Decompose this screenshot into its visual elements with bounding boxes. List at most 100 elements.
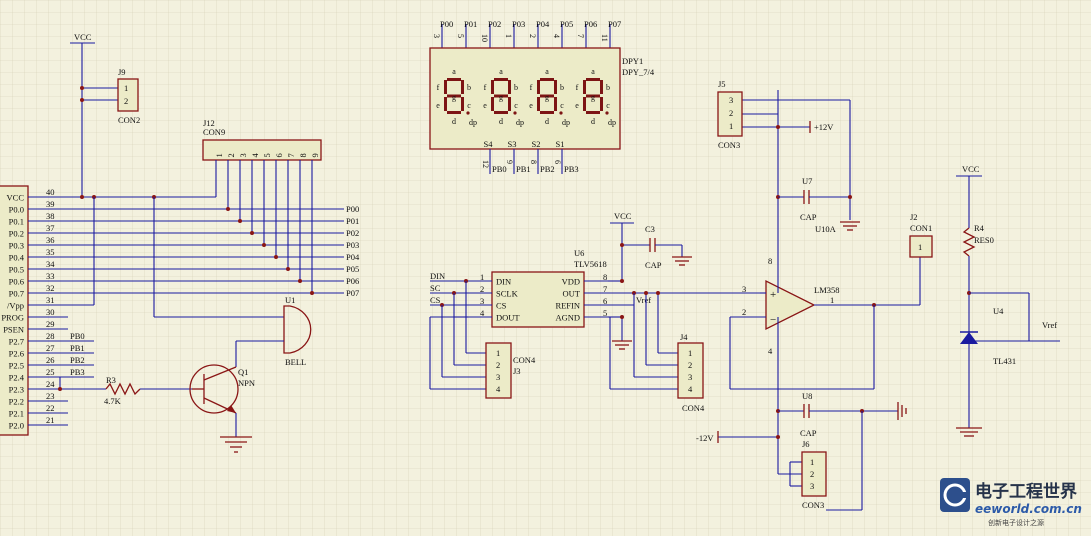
mcu-pin-number: 30	[46, 307, 55, 317]
u6-right-pin-name: VDD	[562, 277, 580, 287]
j4-pin: 2	[688, 360, 692, 370]
dpy-seg-c: c	[606, 101, 610, 110]
u7-type: CAP	[800, 212, 817, 222]
j2-type: CON1	[910, 223, 932, 233]
mcu-pin-number: 28	[46, 331, 55, 341]
dpy-top-pin: 11	[600, 34, 609, 42]
j9-ref: J9	[118, 67, 126, 77]
u6-right-pin-name: OUT	[563, 289, 581, 299]
u6-left-pin-num: 1	[480, 272, 484, 282]
mcu-pin-name: P2.5	[9, 361, 24, 371]
j4-pin: 1	[688, 348, 692, 358]
mcu-netlabel: P04	[346, 252, 360, 262]
dpy-seg-f: f	[576, 83, 579, 92]
j4-type: CON4	[682, 403, 705, 413]
mcu-pin-number: 40	[46, 187, 55, 197]
opamp-minus: −	[770, 314, 776, 326]
j12-type: CON9	[203, 127, 225, 137]
mcu-pin-name: PSEN	[3, 325, 24, 335]
mcu-pin-number: 34	[46, 259, 55, 269]
mcu-pin-name: P2.0	[9, 421, 24, 431]
mcu-netlabel: P07	[346, 288, 359, 298]
u6-right-pin-name: REFIN	[555, 301, 580, 311]
j6-pin: 2	[810, 469, 814, 479]
dpy-select-label: S4	[484, 139, 494, 149]
dpy-seg-b: b	[560, 83, 564, 92]
opamp-plus: +	[770, 289, 776, 301]
mcu-pin-name: /Vpp	[7, 301, 24, 311]
dpy-seg-b: b	[467, 83, 471, 92]
q1-type: NPN	[238, 378, 255, 388]
mcu-pin-name: P2.2	[9, 397, 24, 407]
dpy-top-pin: 10	[480, 34, 489, 42]
j12-pin: 1	[214, 153, 224, 157]
dpy-top-net: P00	[440, 19, 453, 29]
u1-ref: U1	[285, 295, 295, 305]
u6-right-pin-num: 6	[603, 296, 607, 306]
u6-vref-label: Vref	[636, 295, 651, 305]
neg12-label: -12V	[696, 433, 714, 443]
dpy-seg-d: d	[545, 117, 549, 126]
u6-right-pin-name: AGND	[555, 313, 580, 323]
dpy-seg-c: c	[467, 101, 471, 110]
mcu-pin-number: 38	[46, 211, 55, 221]
mcu-pin-name: P2.1	[9, 409, 24, 419]
opamp-pin8: 8	[768, 256, 772, 266]
mcu-pin-name: P0.4	[9, 253, 25, 263]
u6-type: TLV5618	[574, 259, 607, 269]
dpy-seg-c: c	[514, 101, 518, 110]
dpy-select-label: S2	[532, 139, 541, 149]
dpy-type: DPY_7/4	[622, 67, 655, 77]
dpy-top-pin: 5	[456, 34, 465, 38]
j5-pin: 3	[729, 95, 733, 105]
dpy-seg-a: a	[499, 67, 503, 76]
mcu-pin-name: P0.5	[9, 265, 24, 275]
mcu-pin-name: P0.7	[9, 289, 24, 299]
j3-type: CON4	[513, 355, 536, 365]
u6-right-pin-num: 5	[603, 308, 607, 318]
u1-type: BELL	[285, 357, 306, 367]
mcu-pin-number: 32	[46, 283, 55, 293]
mcu-netlabel: P05	[346, 264, 359, 274]
j5-pin: 1	[729, 121, 733, 131]
dpy-seg-a: a	[452, 67, 456, 76]
u6-left-pin-name: CS	[496, 301, 507, 311]
dpy-bottom-pin: 6	[553, 160, 562, 164]
dpy-seg-g: g	[591, 93, 595, 102]
mcu-pin-name: P0.3	[9, 241, 24, 251]
j4-pin: 3	[688, 372, 692, 382]
dpy-select-label: S3	[508, 139, 517, 149]
mcu-netlabel: P02	[346, 228, 359, 238]
u6-left-pin-name: DIN	[496, 277, 511, 287]
mcu-netlabel: P03	[346, 240, 359, 250]
j9-pin-1: 1	[124, 83, 128, 93]
u6-input-label: SC	[430, 283, 441, 293]
r4-type: RES0	[974, 235, 994, 245]
watermark-en: eeworld.com.cn	[975, 502, 1082, 516]
dpy-seg-c: c	[560, 101, 564, 110]
dpy-top-net: P07	[608, 19, 621, 29]
dpy-top-pin: 2	[528, 34, 537, 38]
dpy-top-net: P01	[464, 19, 477, 29]
j9-pin-2: 2	[124, 96, 128, 106]
dpy-top-net: P05	[560, 19, 573, 29]
watermark-sub: 创新电子设计之源	[988, 518, 1044, 527]
dpy-top-net: P04	[536, 19, 550, 29]
j3-pin: 3	[496, 372, 500, 382]
r3-value: 4.7K	[104, 396, 122, 406]
dpy-seg-b: b	[606, 83, 610, 92]
mcu-netlabel: P01	[346, 216, 359, 226]
dpy-seg-e: e	[483, 101, 487, 110]
mcu-pin-number: 27	[46, 343, 55, 353]
c3-ref: C3	[645, 224, 655, 234]
pb-netlabel: PB1	[70, 343, 85, 353]
mcu-pin-name: P2.3	[9, 385, 24, 395]
u6-input-label: DIN	[430, 271, 445, 281]
dpy-top-pin: 3	[432, 34, 441, 38]
mcu-pin-name: P0.6	[9, 277, 24, 287]
dpy-seg-a: a	[545, 67, 549, 76]
j12-pin: 6	[274, 153, 284, 157]
mcu-pin-name: VCC	[7, 193, 25, 203]
opamp-pin2: 2	[742, 307, 746, 317]
mcu-pin-name: P2.7	[9, 337, 24, 347]
